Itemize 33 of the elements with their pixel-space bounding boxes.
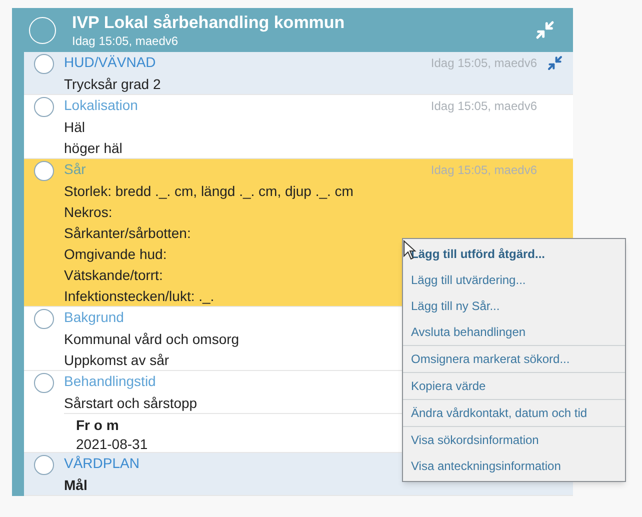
entry-title: HUD/VÄVNAD: [64, 53, 156, 72]
entry-text: Infektionstecken/lukt: ._.: [64, 287, 214, 306]
entry-text: Mål: [64, 476, 88, 495]
entry-text: höger häl: [64, 139, 122, 158]
entry-text: Uppkomst av sår: [64, 351, 170, 370]
menu-item[interactable]: Omsignera markerat sökord...: [403, 346, 625, 372]
collapse-arrows-icon[interactable]: [535, 20, 555, 40]
entry-text: Häl: [64, 118, 86, 137]
entry-title: Sår: [64, 160, 86, 179]
entry-text: Storlek: bredd ._. cm, längd ._. cm, djup ._. cm: [64, 182, 354, 201]
entry-text: Nekros:: [64, 203, 112, 222]
entry-row[interactable]: HUD/VÄVNAD Idag 15:05, maedv6 Trycksår grad 2: [24, 52, 573, 95]
panel-subtitle: Idag 15:05, maedv6: [72, 34, 180, 48]
entry-timestamp: Idag 15:05, maedv6: [430, 162, 537, 178]
entry-text: Omgivande hud:: [64, 245, 167, 264]
panel-title: IVP Lokal sårbehandling kommun: [72, 12, 346, 34]
entry-text: Trycksår grad 2: [64, 75, 161, 94]
entry-text: Kommunal vård och omsorg: [64, 330, 240, 349]
collapse-arrows-icon[interactable]: [547, 54, 563, 70]
entry-text: Sårkanter/sårbotten:: [64, 224, 191, 243]
entry-title: Behandlingstid: [64, 372, 156, 391]
entry-title: VÅRDPLAN: [64, 454, 140, 473]
entry-row[interactable]: Lokalisation Idag 15:05, maedv6 Häl höger häl: [24, 95, 573, 159]
menu-item[interactable]: Ändra vårdkontakt, datum och tid: [403, 400, 625, 426]
entry-timestamp: Idag 15:05, maedv6: [430, 54, 537, 72]
entry-title: Bakgrund: [64, 308, 124, 327]
entry-title: Lokalisation: [64, 96, 138, 115]
field-value: 2021-08-31: [76, 435, 148, 454]
entry-text: Sårstart och sårstopp: [64, 394, 198, 413]
menu-item[interactable]: Kopiera värde: [403, 373, 625, 399]
entry-timestamp: Idag 15:05, maedv6: [430, 98, 537, 114]
field-label: Fr o m: [76, 416, 119, 435]
entry-text: Vätskande/torrt:: [64, 266, 163, 285]
